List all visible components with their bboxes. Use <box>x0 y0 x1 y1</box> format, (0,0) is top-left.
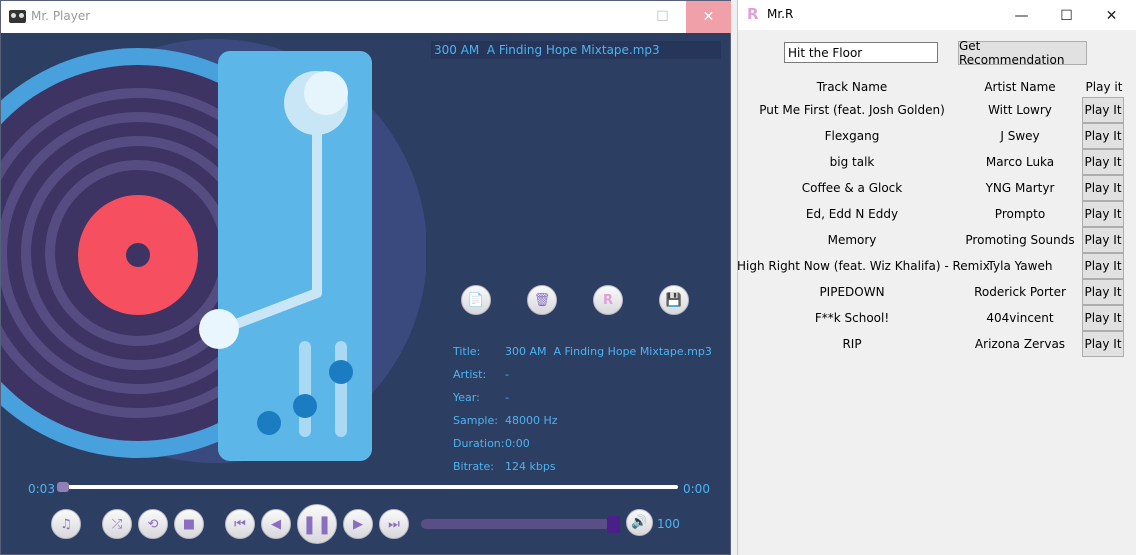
player-window: Mr. Player ☐ ✕ 300 AM A Finding Hope Mix… <box>0 0 731 555</box>
artist-name: Roderick Porter <box>974 285 1066 299</box>
record-spindle <box>126 243 150 267</box>
repeat-icon: ⟲ <box>147 516 159 532</box>
track-name: Coffee & a Glock <box>801 181 903 195</box>
column-header-play: Play it <box>1085 80 1123 94</box>
column-header-track: Track Name <box>816 80 888 94</box>
tonearm-head <box>199 309 239 349</box>
rewind-icon: ◀ <box>271 516 281 532</box>
progress-bar[interactable] <box>57 485 678 489</box>
skip-back-button[interactable]: ⏮ <box>225 509 255 539</box>
artist-name: J Swey <box>1000 129 1040 143</box>
artist-name: Arizona Zervas <box>974 337 1066 351</box>
track-name: Memory <box>827 233 877 247</box>
knob-3 <box>329 360 353 384</box>
play-it-button[interactable]: Play It <box>1082 149 1124 175</box>
rewind-button[interactable]: ◀ <box>261 509 291 539</box>
artist-name: Witt Lowry <box>988 103 1052 117</box>
track-name: big talk <box>829 155 875 169</box>
player-close-button[interactable]: ✕ <box>686 1 731 33</box>
repeat-button[interactable]: ⟲ <box>138 509 168 539</box>
recommender-titlebar: R Mr.R — ☐ ✕ <box>738 0 1136 30</box>
artist-name: Prompto <box>994 207 1046 221</box>
recommender-maximize-button[interactable]: ☐ <box>1044 0 1089 32</box>
save-button[interactable]: 💾 <box>659 285 689 315</box>
play-it-button[interactable]: Play It <box>1082 331 1124 357</box>
stop-icon: ■ <box>182 516 196 532</box>
skip-back-icon: ⏮ <box>234 516 246 532</box>
recommender-close-button[interactable]: ✕ <box>1089 0 1134 32</box>
column-header-artist: Artist Name <box>984 80 1056 94</box>
info-title-value: 300 AM A Finding Hope Mixtape.mp3 <box>505 345 712 358</box>
now-playing-title: 300 AM A Finding Hope Mixtape.mp3 <box>431 41 721 59</box>
track-name: Put Me First (feat. Josh Golden) <box>759 103 945 117</box>
get-recommendation-button[interactable]: Get Recommendation <box>958 39 1087 67</box>
player-window-title: Mr. Player <box>31 9 91 23</box>
add-file-button[interactable]: 📄 <box>461 285 491 315</box>
track-name: Flexgang <box>824 129 880 143</box>
song-search-input[interactable] <box>784 42 938 63</box>
fast-forward-button[interactable]: ▶ <box>343 509 373 539</box>
tonearm-pivot-highlight <box>304 71 348 115</box>
cassette-icon <box>9 10 26 23</box>
volume-value: 100 <box>657 517 680 531</box>
recommend-button[interactable]: R <box>593 285 623 315</box>
turntable-illustration <box>1 39 426 463</box>
play-it-button[interactable]: Play It <box>1082 253 1124 279</box>
slider-track-1 <box>299 341 311 437</box>
volume-button[interactable]: 🔊 <box>626 509 653 536</box>
recommender-minimize-button[interactable]: — <box>999 0 1044 32</box>
info-bitrate-label: Bitrate: <box>453 460 494 473</box>
shuffle-icon: ⤮ <box>111 516 123 532</box>
delete-icon: 🗑 <box>533 292 551 308</box>
volume-slider[interactable] <box>421 519 616 529</box>
track-name: Ed, Edd N Eddy <box>805 207 899 221</box>
artist-name: Marco Luka <box>985 155 1055 169</box>
add-file-icon: 📄 <box>467 292 485 308</box>
shuffle-button[interactable]: ⤮ <box>102 509 132 539</box>
playlist-button[interactable]: ♫ <box>51 509 81 539</box>
track-name: RIP <box>842 337 862 351</box>
recommender-window-title: Mr.R <box>767 7 794 21</box>
stop-button[interactable]: ■ <box>174 509 204 539</box>
slider-track-2 <box>335 341 347 437</box>
player-titlebar: Mr. Player ☐ ✕ <box>1 1 731 33</box>
recommend-icon: R <box>602 292 613 308</box>
save-icon: 💾 <box>665 292 683 308</box>
play-it-button[interactable]: Play It <box>1082 201 1124 227</box>
time-total: 0:00 <box>683 482 710 496</box>
play-it-button[interactable]: Play It <box>1082 175 1124 201</box>
knob-1 <box>257 411 281 435</box>
play-it-button[interactable]: Play It <box>1082 123 1124 149</box>
play-it-button[interactable]: Play It <box>1082 227 1124 253</box>
time-elapsed: 0:03 <box>28 482 55 496</box>
play-it-button[interactable]: Play It <box>1082 97 1124 123</box>
delete-button[interactable]: 🗑 <box>527 285 557 315</box>
pause-icon: ❚❚ <box>301 513 333 535</box>
progress-handle[interactable] <box>57 482 69 492</box>
info-bitrate-value: 124 kbps <box>505 460 556 473</box>
track-name: High Right Now (feat. Wiz Khalifa) - Rem… <box>737 259 990 273</box>
volume-icon: 🔊 <box>631 515 648 530</box>
artist-name: Tyla Yaweh <box>987 259 1053 273</box>
fast-forward-icon: ▶ <box>353 516 363 532</box>
pause-button[interactable]: ❚❚ <box>297 504 337 544</box>
info-bitrate: Bitrate: 124 kbps <box>439 447 556 486</box>
artist-name: YNG Martyr <box>985 181 1055 195</box>
volume-handle[interactable] <box>607 516 620 533</box>
skip-forward-icon: ⏭ <box>388 516 400 532</box>
track-name: PIPEDOWN <box>819 285 885 299</box>
knob-2 <box>293 394 317 418</box>
play-it-button[interactable]: Play It <box>1082 279 1124 305</box>
playlist-icon: ♫ <box>60 516 72 532</box>
recommender-logo-icon: R <box>747 5 759 23</box>
track-name: F**k School! <box>814 311 890 325</box>
play-it-button[interactable]: Play It <box>1082 305 1124 331</box>
artist-name: 404vincent <box>986 311 1054 325</box>
player-maximize-button[interactable]: ☐ <box>640 1 685 33</box>
skip-forward-button[interactable]: ⏭ <box>379 509 409 539</box>
artist-name: Promoting Sounds <box>965 233 1075 247</box>
